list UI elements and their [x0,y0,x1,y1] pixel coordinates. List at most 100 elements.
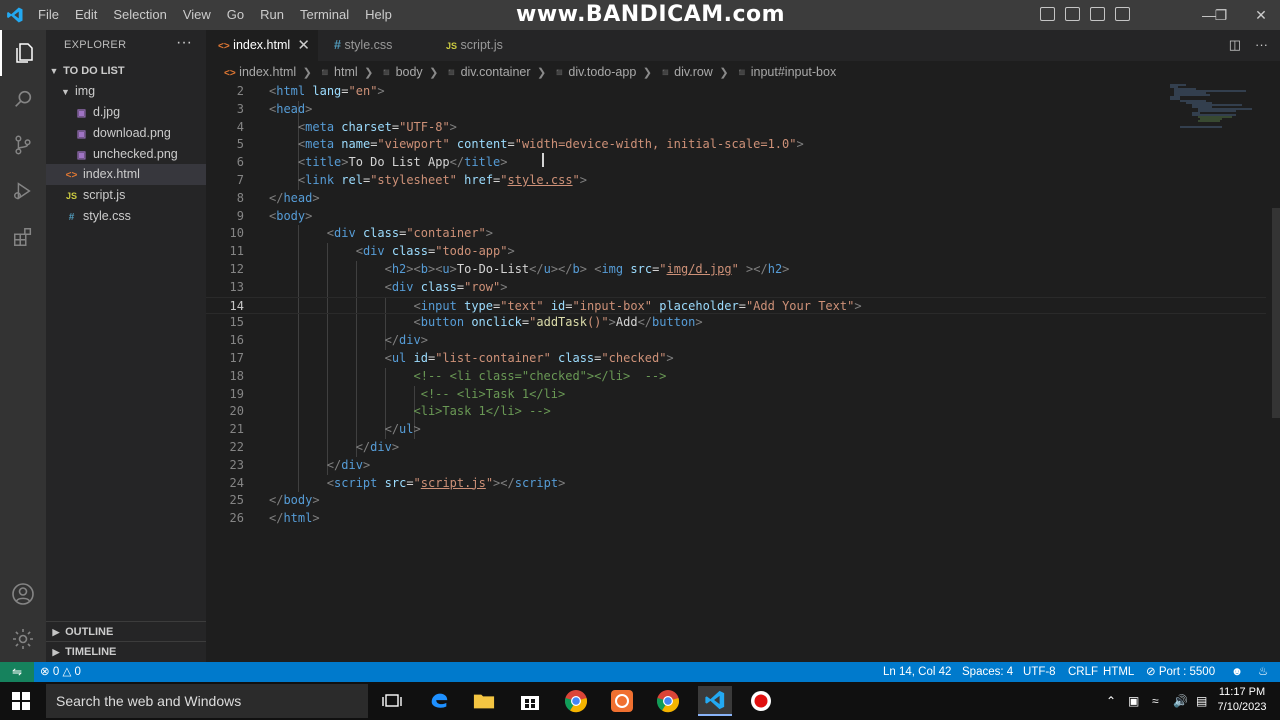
minimap[interactable] [1166,83,1266,133]
code-text[interactable]: </div> [269,332,428,350]
code-line[interactable]: 13 <div class="row"> [206,279,1266,297]
file-explorer-icon[interactable] [469,686,499,716]
code-line[interactable]: 24 <script src="script.js"></script> [206,475,1266,493]
notifications-icon[interactable]: ♨ [1258,662,1268,682]
tree-item-index-html[interactable]: <> index.html [46,164,206,185]
vertical-scrollbar[interactable] [1272,208,1280,418]
more-actions-icon[interactable]: ··· [1255,37,1268,53]
code-text[interactable]: <meta charset="UTF-8"> [269,119,457,137]
tab-style-css[interactable]: # style.css [322,30,432,61]
feedback-icon[interactable]: ☻ [1231,662,1243,682]
cursor-position[interactable]: Ln 14, Col 42 [883,662,951,682]
code-line[interactable]: 18 <!-- <li class="checked"></li> --> [206,368,1266,386]
settings-gear-icon[interactable] [0,616,46,662]
problems-indicator[interactable]: ⊗ 0 △ 0 [40,662,81,682]
code-line[interactable]: 22 </div> [206,439,1266,457]
breadcrumb-item[interactable]: div.row [674,65,713,79]
code-line[interactable]: 20 <li>Task 1</li> --> [206,403,1266,421]
end-of-line[interactable]: CRLF [1068,662,1098,682]
code-line[interactable]: 16 </div> [206,332,1266,350]
code-line[interactable]: 26 </html> [206,510,1266,528]
action-center-icon[interactable]: ▤ [1196,682,1207,720]
chrome-icon[interactable] [653,686,683,716]
tree-item-img[interactable]: ▼ img [46,81,206,102]
bandicam-icon[interactable] [607,686,637,716]
code-text[interactable]: <div class="todo-app"> [269,243,515,261]
code-text[interactable]: <ul id="list-container" class="checked"> [269,350,674,368]
code-text[interactable]: <body> [269,208,312,226]
code-text[interactable]: <script src="script.js"></script> [269,475,566,493]
breadcrumb-item[interactable]: body [396,65,423,79]
edge-icon[interactable] [424,686,454,716]
store-icon[interactable] [515,686,545,716]
code-text[interactable]: <html lang="en"> [269,83,385,101]
code-line[interactable]: 8 </head> [206,190,1266,208]
code-text[interactable]: </body> [269,492,320,510]
tree-item-style-css[interactable]: # style.css [46,206,206,227]
taskbar-search-input[interactable]: Search the web and Windows [46,684,368,718]
code-text[interactable]: <title>To Do List App</title> [269,154,508,172]
code-text[interactable]: <div class="container"> [269,225,493,243]
code-line[interactable]: 9 <body> [206,208,1266,226]
breadcrumb-item[interactable]: div.todo-app [568,65,636,79]
live-server-port[interactable]: ⊘ Port : 5500 [1146,662,1215,682]
code-text[interactable]: </ul> [269,421,421,439]
menu-terminal[interactable]: Terminal [292,0,357,30]
breadcrumb-item[interactable]: html [334,65,358,79]
toggle-secondary-sidebar-icon[interactable] [1090,7,1105,21]
more-actions-icon[interactable]: ··· [176,34,192,52]
split-editor-icon[interactable]: ◫ [1229,37,1241,53]
tree-item-download-png[interactable]: ▣ download.png [46,123,206,144]
tab-script-js[interactable]: JS script.js [434,30,544,61]
code-editor[interactable]: 2 <html lang="en"> 3 <head> 4 <meta charset=… [206,83,1280,662]
code-line[interactable]: 5 <meta name="viewport" content="width=d… [206,136,1266,154]
network-device-icon[interactable]: ▣ [1128,682,1139,720]
code-line[interactable]: 2 <html lang="en"> [206,83,1266,101]
code-text[interactable]: </head> [269,190,320,208]
code-line[interactable]: 25 </body> [206,492,1266,510]
windows-start-icon[interactable] [12,692,30,715]
code-text[interactable]: <!-- <li class="checked"></li> --> [269,368,667,386]
code-text[interactable]: <input type="text" id="input-box" placeh… [269,298,862,316]
breadcrumb-item[interactable]: div.container [461,65,531,79]
show-hidden-icons[interactable]: ⌃ [1106,682,1116,720]
code-line[interactable]: 10 <div class="container"> [206,225,1266,243]
chrome-icon[interactable] [561,686,591,716]
code-line[interactable]: 23 </div> [206,457,1266,475]
code-line[interactable]: 4 <meta charset="UTF-8"> [206,119,1266,137]
code-text[interactable]: </div> [269,439,399,457]
menu-help[interactable]: Help [357,0,400,30]
run-debug-icon[interactable] [0,168,46,214]
indentation[interactable]: Spaces: 4 [962,662,1013,682]
code-line[interactable]: 19 <!-- <li>Task 1</li> [206,386,1266,404]
menu-view[interactable]: View [175,0,219,30]
account-icon[interactable] [0,571,46,617]
taskbar-clock[interactable]: 11:17 PM 7/10/2023 [1214,685,1270,715]
code-text[interactable]: <li>Task 1</li> --> [269,403,551,421]
close-window-icon[interactable]: ✕ [1238,0,1280,30]
code-line[interactable]: 15 <button onclick="addTask()">Add</butt… [206,314,1266,332]
breadcrumb-item[interactable]: index.html [239,65,296,79]
code-line[interactable]: 14 <input type="text" id="input-box" pla… [206,296,1266,316]
code-line[interactable]: 17 <ul id="list-container" class="checke… [206,350,1266,368]
code-text[interactable]: <head> [269,101,312,119]
timeline-section[interactable]: ▶ TIMELINE [46,641,206,661]
code-text[interactable]: </div> [269,457,370,475]
toggle-primary-sidebar-icon[interactable] [1040,7,1055,21]
toggle-panel-icon[interactable] [1065,7,1080,21]
code-text[interactable]: <link rel="stylesheet" href="style.css"> [269,172,587,190]
code-line[interactable]: 12 <h2><b><u>To-Do-List</u></b> <img src… [206,261,1266,279]
encoding[interactable]: UTF-8 [1023,662,1056,682]
code-line[interactable]: 21 </ul> [206,421,1266,439]
explorer-icon[interactable] [0,30,46,76]
code-text[interactable]: <div class="row"> [269,279,508,297]
menu-selection[interactable]: Selection [105,0,174,30]
code-line[interactable]: 7 <link rel="stylesheet" href="style.css… [206,172,1266,190]
code-text[interactable]: </html> [269,510,320,528]
customize-layout-icon[interactable] [1115,7,1130,21]
code-text[interactable]: <h2><b><u>To-Do-List</u></b> <img src="i… [269,261,790,279]
tree-item-unchecked-png[interactable]: ▣ unchecked.png [46,144,206,165]
tree-item-script-js[interactable]: JS script.js [46,185,206,206]
close-tab-icon[interactable]: ✕ [297,30,310,61]
folder-root[interactable]: ▼ TO DO LIST [46,61,206,82]
